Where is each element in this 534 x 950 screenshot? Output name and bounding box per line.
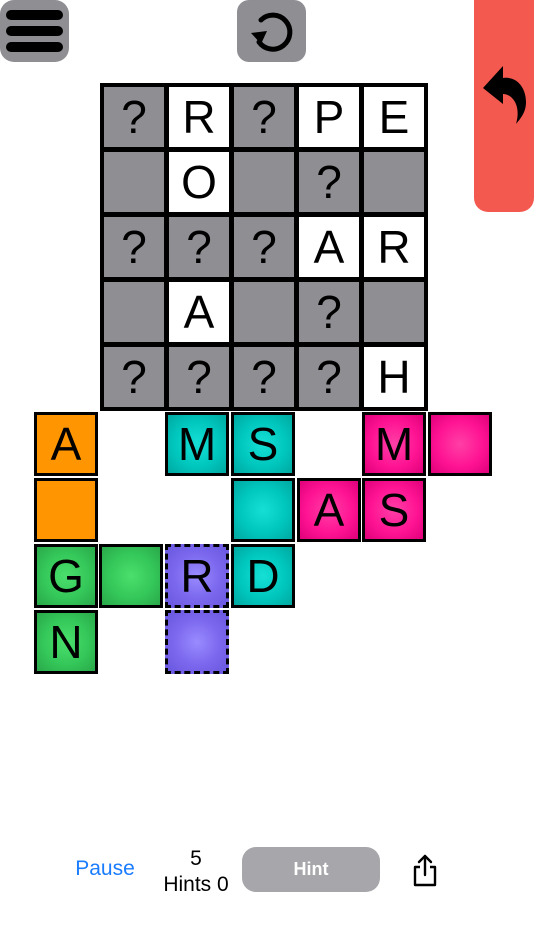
board-cell-r2c4[interactable]: ? xyxy=(299,152,359,212)
green-tile[interactable]: G xyxy=(34,544,98,608)
hint-button[interactable]: Hint xyxy=(242,847,380,892)
share-button[interactable] xyxy=(410,853,440,889)
board-cell-r1c5[interactable]: E xyxy=(364,87,424,147)
green-tile[interactable]: N xyxy=(34,610,98,674)
hints-label: Hints 0 xyxy=(163,873,229,896)
pink-tile[interactable]: S xyxy=(362,478,426,542)
board-cell-r4c5[interactable] xyxy=(364,282,424,342)
restart-button[interactable] xyxy=(237,0,306,62)
board-cell-r3c1[interactable]: ? xyxy=(104,217,164,277)
teal-tile[interactable]: M xyxy=(165,412,229,476)
restart-circle-arrow-icon xyxy=(251,12,293,52)
menu-button[interactable] xyxy=(0,0,69,62)
teal-tile[interactable]: D xyxy=(231,544,295,608)
undo-button[interactable] xyxy=(474,0,534,212)
pause-button[interactable]: Pause xyxy=(60,857,150,885)
board-cell-r4c1[interactable] xyxy=(104,282,164,342)
share-icon xyxy=(413,854,437,887)
pink-tile[interactable]: A xyxy=(297,478,361,542)
board-cell-r3c5[interactable]: R xyxy=(364,217,424,277)
board-cell-r5c4[interactable]: ? xyxy=(299,347,359,407)
board-cell-r3c3[interactable]: ? xyxy=(234,217,294,277)
board-cell-r2c5[interactable] xyxy=(364,152,424,212)
board-cell-r3c2[interactable]: ? xyxy=(169,217,229,277)
board-cell-r2c1[interactable] xyxy=(104,152,164,212)
board-cell-r3c4[interactable]: A xyxy=(299,217,359,277)
board-cell-r5c5[interactable]: H xyxy=(364,347,424,407)
board-cell-r4c3[interactable] xyxy=(234,282,294,342)
hint-counter: 5 Hints 0 xyxy=(150,846,242,898)
teal-tile[interactable] xyxy=(231,478,295,542)
purple-tile[interactable] xyxy=(165,610,229,674)
undo-arrow-icon xyxy=(483,66,526,124)
board-cell-r1c3[interactable]: ? xyxy=(234,87,294,147)
green-tile[interactable] xyxy=(99,544,163,608)
board-cell-r4c2[interactable]: A xyxy=(169,282,229,342)
purple-tile[interactable]: R xyxy=(165,544,229,608)
board-cell-r1c2[interactable]: R xyxy=(169,87,229,147)
pink-tile[interactable]: M xyxy=(362,412,426,476)
orange-tile[interactable]: A xyxy=(34,412,98,476)
count-value: 5 xyxy=(190,847,202,870)
board-cell-r2c3[interactable] xyxy=(234,152,294,212)
puzzle-board: ? R ? P E O ? ? ? ? A R A ? ? ? ? ? H xyxy=(100,83,428,411)
board-cell-r4c4[interactable]: ? xyxy=(299,282,359,342)
board-cell-r5c1[interactable]: ? xyxy=(104,347,164,407)
pink-tile[interactable] xyxy=(428,412,492,476)
orange-tile[interactable] xyxy=(34,478,98,542)
board-cell-r5c3[interactable]: ? xyxy=(234,347,294,407)
board-cell-r1c4[interactable]: P xyxy=(299,87,359,147)
board-cell-r1c1[interactable]: ? xyxy=(104,87,164,147)
teal-tile[interactable]: S xyxy=(231,412,295,476)
board-cell-r5c2[interactable]: ? xyxy=(169,347,229,407)
board-cell-r2c2[interactable]: O xyxy=(169,152,229,212)
